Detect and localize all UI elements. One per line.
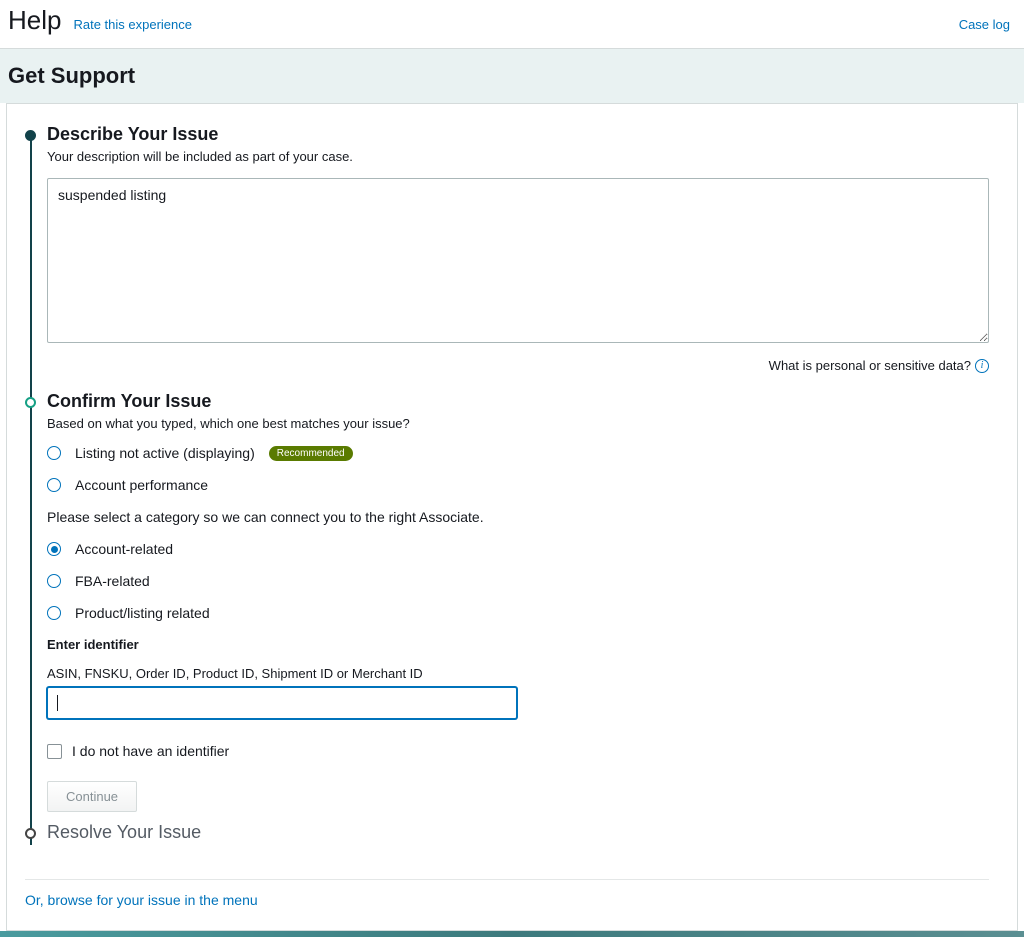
category-option-fba-related[interactable]: FBA-related [47,573,989,589]
page-title: Help [8,5,61,36]
browse-menu-link[interactable]: Or, browse for your issue in the menu [25,892,258,908]
sensitive-data-row: What is personal or sensitive data? i [47,358,989,373]
step-marker-pending-icon [25,828,36,839]
identifier-label: Enter identifier [47,637,989,652]
radio-icon[interactable] [47,478,61,492]
subheader: Get Support [0,49,1024,103]
match-option-account-performance[interactable]: Account performance [47,477,989,493]
no-identifier-row[interactable]: I do not have an identifier [47,743,989,759]
footer-link-row: Or, browse for your issue in the menu [25,879,989,910]
step-connector-line [30,138,32,406]
no-identifier-checkbox[interactable] [47,744,62,759]
step-resolve: Resolve Your Issue [25,822,989,843]
step-confirm-title: Confirm Your Issue [47,391,989,412]
get-support-title: Get Support [8,63,1016,89]
sensitive-data-link[interactable]: What is personal or sensitive data? [769,358,971,373]
step-describe-title: Describe Your Issue [47,124,989,145]
step-describe-subtitle: Your description will be included as par… [47,149,989,164]
case-log-link[interactable]: Case log [959,17,1010,32]
radio-label: Listing not active (displaying) [75,445,255,461]
radio-label: Account-related [75,541,173,557]
step-describe: Describe Your Issue Your description wil… [25,124,989,391]
rate-experience-link[interactable]: Rate this experience [73,17,192,32]
radio-label: FBA-related [75,573,150,589]
info-icon[interactable]: i [975,359,989,373]
radio-label: Account performance [75,477,208,493]
text-caret-icon [57,695,58,711]
main-panel: Describe Your Issue Your description wil… [6,103,1018,931]
radio-icon[interactable] [47,606,61,620]
steps-container: Describe Your Issue Your description wil… [25,124,989,843]
step-confirm: Confirm Your Issue Based on what you typ… [25,391,989,822]
bottom-decorative-strip [0,931,1024,937]
step-resolve-title: Resolve Your Issue [47,822,989,843]
radio-label: Product/listing related [75,605,210,621]
recommended-badge: Recommended [269,446,353,461]
category-prompt: Please select a category so we can conne… [47,509,989,525]
category-option-product-listing-related[interactable]: Product/listing related [47,605,989,621]
issue-description-textarea[interactable] [47,178,989,343]
step-marker-filled-icon [25,130,36,141]
step-marker-active-icon [25,397,36,408]
step-confirm-subtitle: Based on what you typed, which one best … [47,416,989,431]
identifier-sublabel: ASIN, FNSKU, Order ID, Product ID, Shipm… [47,666,989,681]
radio-icon[interactable] [47,574,61,588]
top-header: Help Rate this experience Case log [0,0,1024,49]
no-identifier-label: I do not have an identifier [72,743,229,759]
step-connector-line [30,405,32,845]
radio-icon[interactable] [47,446,61,460]
radio-icon[interactable] [47,542,61,556]
match-option-listing-not-active[interactable]: Listing not active (displaying) Recommen… [47,445,989,461]
identifier-input[interactable] [47,687,517,719]
continue-button[interactable]: Continue [47,781,137,812]
header-left: Help Rate this experience [8,5,192,36]
category-option-account-related[interactable]: Account-related [47,541,989,557]
